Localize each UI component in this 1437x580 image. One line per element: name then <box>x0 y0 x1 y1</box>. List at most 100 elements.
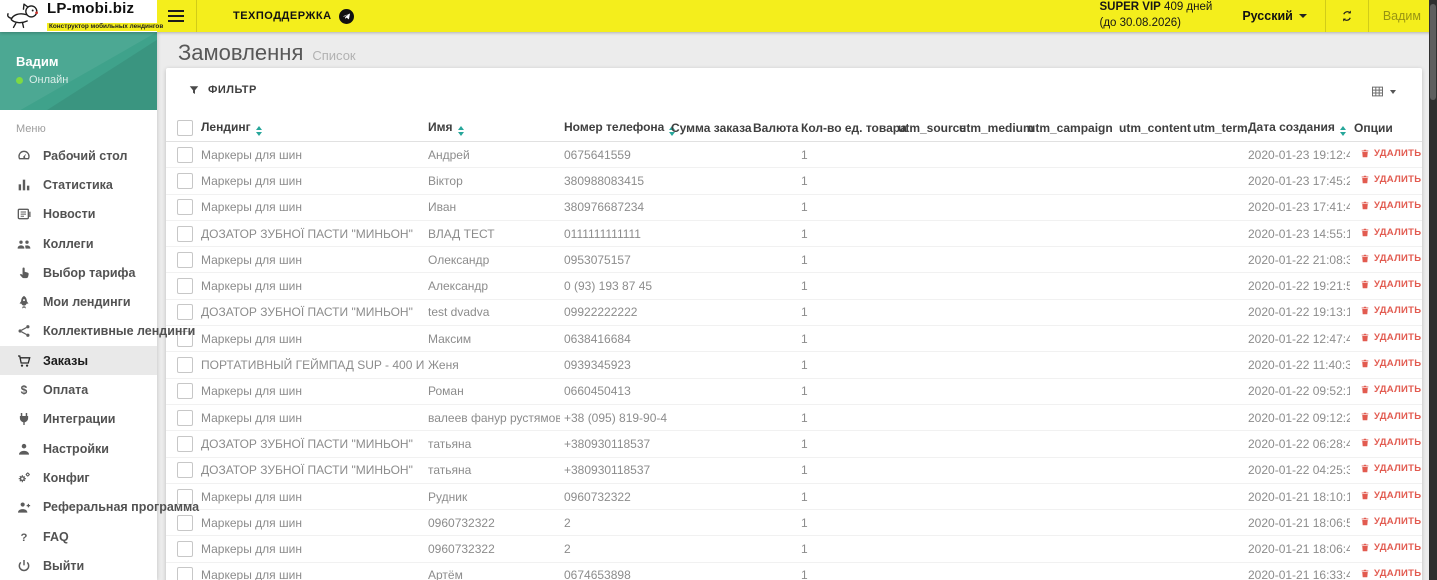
row-checkbox[interactable] <box>177 409 193 426</box>
cell-utm_campaign <box>1024 562 1115 580</box>
sidebar-item-выбор-тарифа[interactable]: Выбор тарифа <box>0 258 157 287</box>
cell-qty: 1 <box>797 535 894 563</box>
sidebar-item-label: FAQ <box>43 529 69 544</box>
row-checkbox[interactable] <box>177 199 193 216</box>
cell-utm_content <box>1115 351 1189 379</box>
power-icon <box>18 559 30 571</box>
sidebar-item-мои-лендинги[interactable]: Мои лендинги <box>0 287 157 316</box>
delete-button[interactable]: УДАЛИТЬ <box>1360 542 1421 553</box>
row-checkbox[interactable] <box>177 435 193 452</box>
sidebar-item-коллективные-лендинги[interactable]: Коллективные лендинги <box>0 317 195 346</box>
delete-button[interactable]: УДАЛИТЬ <box>1360 568 1421 579</box>
topbar-username[interactable]: Вадим <box>1369 9 1437 23</box>
cell-sum <box>667 509 749 537</box>
select-all-checkbox[interactable] <box>177 120 193 136</box>
delete-button[interactable]: УДАЛИТЬ <box>1360 200 1421 211</box>
sidebar-item-статистика[interactable]: Статистика <box>0 170 157 199</box>
column-header-phone[interactable]: Номер телефона <box>560 115 676 142</box>
delete-button[interactable]: УДАЛИТЬ <box>1360 490 1421 501</box>
row-checkbox[interactable] <box>177 225 193 242</box>
row-checkbox[interactable] <box>177 278 193 295</box>
svg-text:?: ? <box>21 532 28 544</box>
column-label: Опции <box>1354 121 1393 135</box>
cell-name: Олександр <box>424 246 560 274</box>
delete-button[interactable]: УДАЛИТЬ <box>1360 384 1421 395</box>
delete-button[interactable]: УДАЛИТЬ <box>1360 279 1421 290</box>
cell-utm_source <box>894 141 955 169</box>
sidebar-item-настройки[interactable]: Настройки <box>0 434 157 463</box>
cell-utm_term <box>1189 509 1244 537</box>
cell-sum <box>667 246 749 274</box>
row-checkbox[interactable] <box>177 172 193 189</box>
cell-landing: Маркеры для шин <box>197 404 424 432</box>
column-header-date[interactable]: Дата создания <box>1244 115 1350 142</box>
delete-button[interactable]: УДАЛИТЬ <box>1360 227 1421 238</box>
delete-button[interactable]: УДАЛИТЬ <box>1360 463 1421 474</box>
column-header-landing[interactable]: Лендинг <box>197 115 424 142</box>
row-checkbox[interactable] <box>177 462 193 479</box>
row-checkbox[interactable] <box>177 567 193 580</box>
cell-landing: Маркеры для шин <box>197 167 424 195</box>
refresh-button[interactable] <box>1326 0 1368 32</box>
person-plus-icon <box>18 502 31 513</box>
cell-qty: 1 <box>797 430 894 458</box>
language-selector[interactable]: Русский <box>1242 9 1307 23</box>
row-checkbox[interactable] <box>177 146 193 163</box>
sidebar-item-оплата[interactable]: $ Оплата <box>0 375 157 404</box>
column-header-name[interactable]: Имя <box>424 115 560 142</box>
cell-qty: 1 <box>797 325 894 353</box>
sidebar-item-рабочий-стол[interactable]: Рабочий стол <box>0 141 157 170</box>
cell-currency <box>749 325 797 353</box>
delete-button[interactable]: УДАЛИТЬ <box>1360 411 1421 422</box>
sidebar-item-заказы[interactable]: Заказы <box>0 346 157 376</box>
delete-button[interactable]: УДАЛИТЬ <box>1360 437 1421 448</box>
hamburger-menu-icon[interactable] <box>168 7 184 25</box>
sort-icon[interactable] <box>255 126 262 136</box>
cell-utm_campaign <box>1024 325 1115 353</box>
sidebar-item-новости[interactable]: Новости <box>0 200 157 229</box>
sidebar-item-реферальная-программа[interactable]: Реферальная программа <box>0 493 199 522</box>
delete-button[interactable]: УДАЛИТЬ <box>1360 148 1421 159</box>
row-checkbox[interactable] <box>177 357 193 374</box>
row-checkbox[interactable] <box>177 514 193 531</box>
rocket-icon <box>19 295 29 309</box>
delete-button[interactable]: УДАЛИТЬ <box>1360 358 1421 369</box>
delete-button[interactable]: УДАЛИТЬ <box>1360 305 1421 316</box>
row-checkbox[interactable] <box>177 541 193 558</box>
delete-label: УДАЛИТЬ <box>1374 384 1422 396</box>
sidebar-item-faq[interactable]: ? FAQ <box>0 522 157 551</box>
delete-button[interactable]: УДАЛИТЬ <box>1360 516 1421 527</box>
cell-options: УДАЛИТЬ <box>1350 535 1422 563</box>
cell-name: Артём <box>424 562 560 580</box>
profile-status: Онлайн <box>16 74 68 86</box>
support-link[interactable]: ТЕХПОДДЕРЖКА <box>233 8 354 24</box>
delete-button[interactable]: УДАЛИТЬ <box>1360 253 1421 264</box>
app-logo[interactable]: LP-mobi.biz Конструктор мобильных лендин… <box>0 0 166 32</box>
filter-button[interactable]: ФИЛЬТР <box>188 84 257 96</box>
cell-utm_source <box>894 167 955 195</box>
sort-icon[interactable] <box>1339 126 1346 136</box>
sidebar-item-коллеги[interactable]: Коллеги <box>0 229 157 258</box>
cell-phone: 0953075157 <box>560 246 667 274</box>
sidebar-item-конфиг[interactable]: Конфиг <box>0 463 157 492</box>
page-scrollbar[interactable] <box>1429 0 1437 580</box>
delete-button[interactable]: УДАЛИТЬ <box>1360 332 1421 343</box>
cell-sum <box>667 272 749 300</box>
cell-utm_source <box>894 325 955 353</box>
cell-utm_source <box>894 430 955 458</box>
row-checkbox[interactable] <box>177 383 193 400</box>
cell-phone: 09922222222 <box>560 299 667 327</box>
cell-phone: +38 (095) 819-90-49 <box>560 404 667 432</box>
column-visibility-button[interactable] <box>1370 84 1396 99</box>
scrollbar-thumb[interactable] <box>1430 4 1436 100</box>
cell-currency <box>749 141 797 169</box>
cell-options: УДАЛИТЬ <box>1350 509 1422 537</box>
row-checkbox[interactable] <box>177 251 193 268</box>
sidebar-item-выйти[interactable]: Выйти <box>0 551 157 580</box>
sort-icon[interactable] <box>457 126 464 136</box>
cell-name: валеев фанур рустямович <box>424 404 560 432</box>
delete-button[interactable]: УДАЛИТЬ <box>1360 174 1421 185</box>
cell-utm_source <box>894 246 955 274</box>
row-checkbox[interactable] <box>177 304 193 321</box>
sidebar-item-интеграции[interactable]: Интеграции <box>0 405 157 434</box>
